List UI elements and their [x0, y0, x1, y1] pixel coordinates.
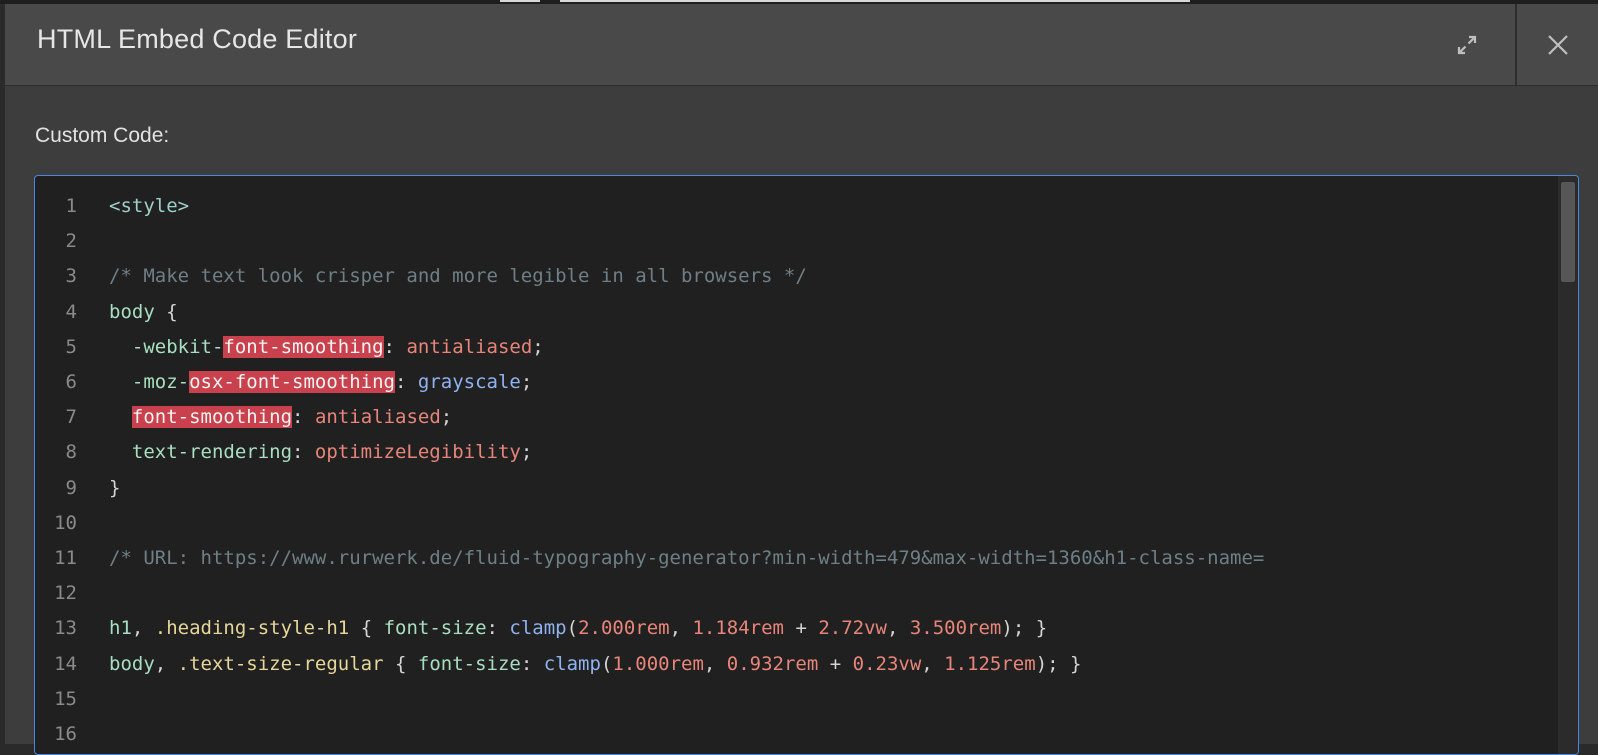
line-number: 14: [54, 652, 77, 675]
code-token: 2.000rem: [578, 617, 670, 640]
close-icon: [1548, 34, 1568, 55]
code-token: <style>: [109, 195, 190, 217]
code-token: optimizeLegibility: [314, 441, 521, 464]
code-token: ,: [703, 652, 727, 675]
code-token: ;: [532, 335, 544, 358]
scrollbar-thumb[interactable]: [1561, 182, 1575, 282]
code-token: font-size: [383, 617, 487, 640]
code-editor[interactable]: 1 2 3 4 5 6 7 8 9 10 11 12 13 14 15 16 <style>/* Make t…: [34, 175, 1579, 755]
code-token: ,: [154, 652, 178, 675]
line-number: 2: [65, 230, 77, 253]
line-number: 5: [65, 335, 77, 358]
code-token: /* URL: https://www.rurwerk.de/fluid-typ…: [109, 547, 1265, 569]
code-token: body: [109, 652, 155, 675]
code-token: antialiased: [314, 406, 441, 429]
code-token: 0.23vw: [852, 652, 922, 675]
code-token: :: [292, 406, 315, 429]
code-token: .heading-style-h1: [154, 617, 350, 640]
line-number: 8: [65, 441, 77, 464]
code-token: 1.000rem: [612, 652, 704, 675]
code-line[interactable]: text-rendering: optimizeLegibility;: [109, 434, 532, 470]
code-token: /* Make text look crisper and more legib…: [109, 265, 807, 288]
code-token: {: [383, 652, 418, 675]
code-token: -moz-: [109, 371, 190, 393]
line-number: 3: [65, 265, 77, 288]
close-button[interactable]: [1517, 4, 1598, 85]
code-token: ;: [520, 441, 533, 464]
search-highlight: osx-font-smoothing: [189, 371, 395, 393]
code-token: :: [292, 441, 315, 464]
line-number: 12: [54, 582, 77, 605]
background-mark: [500, 0, 540, 2]
line-number: 1: [65, 195, 77, 217]
code-token: text-rendering: [109, 441, 293, 464]
code-token: ); }: [1035, 652, 1082, 675]
code-line[interactable]: -webkit-font-smoothing: antialiased;: [109, 329, 544, 365]
expand-icon: [1457, 35, 1477, 54]
embed-code-dialog: HTML Embed Code Editor Custom Code: 1234…: [4, 4, 1598, 755]
line-number: 11: [54, 547, 77, 569]
code-token: clamp: [543, 652, 601, 675]
custom-code-label: Custom Code:: [35, 124, 170, 147]
code-line[interactable]: /* URL: https://www.rurwerk.de/fluid-typ…: [109, 540, 1264, 576]
line-number: 10: [54, 511, 77, 534]
line-number-gutter: 1 2 3 4 5 6 7 8 9 10 11 12 13 14 15 16: [35, 176, 93, 754]
code-token: :: [383, 335, 407, 358]
code-token: font-size: [417, 652, 521, 675]
code-line[interactable]: /* Make text look crisper and more legib…: [109, 258, 807, 294]
dialog-title: HTML Embed Code Editor: [37, 24, 358, 54]
code-token: clamp: [509, 617, 567, 640]
code-token: ;: [440, 406, 453, 429]
line-number: 4: [65, 300, 77, 323]
code-token: ,: [669, 617, 693, 640]
code-token: }: [109, 476, 121, 499]
code-token: h1: [109, 617, 132, 640]
line-number: 15: [54, 687, 77, 710]
code-token: body: [109, 300, 155, 323]
code-line[interactable]: body {: [109, 294, 178, 330]
code-token: antialiased: [406, 335, 533, 358]
dialog-header: HTML Embed Code Editor: [5, 4, 1598, 86]
code-token: +: [818, 652, 853, 675]
code-token: 0.932rem: [726, 652, 819, 675]
line-number: 9: [65, 476, 77, 499]
code-token: :: [394, 371, 418, 393]
code-line[interactable]: <style>: [109, 188, 189, 224]
code-token: {: [349, 617, 384, 640]
code-token: (: [566, 617, 579, 640]
code-token: .text-size-regular: [177, 652, 384, 675]
code-token: 2.72vw: [818, 617, 887, 640]
code-token: 1.184rem: [692, 617, 784, 640]
code-line[interactable]: body, .text-size-regular { font-size: cl…: [109, 646, 1081, 682]
line-number: 7: [65, 406, 77, 429]
line-number: 6: [65, 371, 77, 393]
code-line[interactable]: -moz-osx-font-smoothing: grayscale;: [109, 364, 532, 400]
code-token: 1.125rem: [944, 652, 1036, 675]
code-line[interactable]: font-smoothing: antialiased;: [109, 399, 452, 435]
search-highlight: font-smoothing: [131, 406, 293, 429]
code-line[interactable]: }: [109, 470, 120, 506]
expand-button[interactable]: [1417, 4, 1517, 85]
code-token: ,: [886, 617, 910, 640]
code-token: ); }: [1001, 617, 1048, 640]
code-token: 3.500rem: [909, 617, 1002, 640]
code-token: {: [154, 300, 178, 323]
code-token: ,: [131, 617, 155, 640]
code-token: -webkit-: [109, 335, 224, 358]
editor-scrollbar[interactable]: [1558, 176, 1578, 754]
code-token: ;: [520, 371, 533, 393]
code-token: +: [784, 617, 819, 640]
code-token: :: [520, 652, 544, 675]
code-token: ,: [921, 652, 945, 675]
line-number: 13: [54, 617, 77, 640]
line-number: 16: [54, 723, 77, 745]
background-mark: [560, 0, 1190, 2]
code-token: grayscale: [417, 371, 521, 393]
code-token: :: [486, 617, 510, 640]
code-line[interactable]: h1, .heading-style-h1 { font-size: clamp…: [109, 610, 1047, 646]
code-token: (: [600, 652, 613, 675]
search-highlight: font-smoothing: [223, 335, 384, 358]
